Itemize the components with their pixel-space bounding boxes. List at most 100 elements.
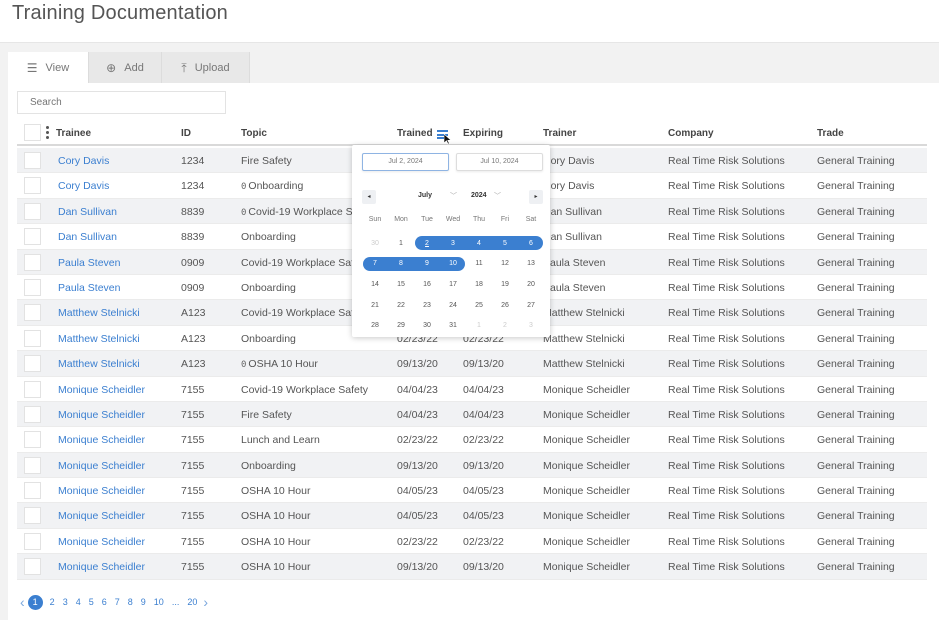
table-row[interactable]: Monique Scheidler 7155 OSHA 10 Hour 04/05/2… xyxy=(17,503,927,529)
trainee-link[interactable]: Monique Scheidler xyxy=(58,536,178,548)
calendar-day[interactable]: 30 xyxy=(414,322,440,329)
trainee-link[interactable]: Paula Steven xyxy=(58,282,178,294)
trainee-link[interactable]: Cory Davis xyxy=(58,180,178,192)
tab-add[interactable]: ⊕ Add xyxy=(89,52,162,84)
table-row[interactable]: Monique Scheidler 7155 Covid-19 Workplace … xyxy=(17,377,927,402)
calendar-day[interactable]: 29 xyxy=(388,322,414,329)
calendar-day[interactable]: 9 xyxy=(414,260,440,267)
table-row[interactable]: Monique Scheidler 7155 OSHA 10 Hour 09/13/2… xyxy=(17,554,927,580)
column-header-company[interactable]: Company xyxy=(668,128,714,139)
row-checkbox[interactable] xyxy=(24,532,41,550)
calendar-day[interactable]: 12 xyxy=(492,260,518,267)
column-header-trained[interactable]: Trained xyxy=(397,128,433,139)
calendar-day[interactable]: 27 xyxy=(518,302,544,309)
calendar-day[interactable]: 5 xyxy=(492,240,518,247)
row-checkbox[interactable] xyxy=(24,304,41,322)
calendar-day[interactable]: 11 xyxy=(466,260,492,267)
column-header-topic[interactable]: Topic xyxy=(241,128,267,139)
row-checkbox[interactable] xyxy=(24,482,41,500)
calendar-day[interactable]: 6 xyxy=(518,240,544,247)
table-row[interactable]: Matthew Stelnicki A123 0 OSHA 10 Hour 09/13/… xyxy=(17,351,927,377)
calendar-day[interactable]: 1 xyxy=(388,240,414,247)
trainee-link[interactable]: Monique Scheidler xyxy=(58,460,178,472)
row-checkbox[interactable] xyxy=(24,355,41,373)
trainee-link[interactable]: Dan Sullivan xyxy=(58,206,178,218)
row-checkbox[interactable] xyxy=(24,202,41,220)
calendar-day[interactable]: 22 xyxy=(388,302,414,309)
calendar-day[interactable]: 18 xyxy=(466,281,492,288)
calendar-day[interactable]: 8 xyxy=(388,260,414,267)
row-checkbox[interactable] xyxy=(24,253,41,271)
page-link[interactable]: 5 xyxy=(89,597,94,607)
paperclip-icon[interactable]: 0 xyxy=(241,360,246,370)
calendar-day[interactable]: 23 xyxy=(414,302,440,309)
paperclip-icon[interactable]: 0 xyxy=(241,182,246,192)
column-header-trainee[interactable]: Trainee xyxy=(56,128,91,139)
year-select[interactable]: 2024 xyxy=(471,192,487,199)
page-link[interactable]: 4 xyxy=(76,597,81,607)
calendar-day[interactable]: 3 xyxy=(440,240,466,247)
calendar-day[interactable]: 20 xyxy=(518,281,544,288)
trainee-link[interactable]: Matthew Stelnicki xyxy=(58,333,178,345)
search-input[interactable] xyxy=(17,91,226,114)
table-row[interactable]: Monique Scheidler 7155 Lunch and Learn 02/2… xyxy=(17,427,927,453)
trainee-link[interactable]: Monique Scheidler xyxy=(58,384,178,396)
page-link[interactable]: 1 xyxy=(27,594,43,610)
calendar-day[interactable]: 25 xyxy=(466,302,492,309)
month-select[interactable]: July xyxy=(418,192,432,199)
column-header-expiring[interactable]: Expiring xyxy=(463,128,503,139)
select-all-checkbox[interactable] xyxy=(24,124,41,141)
page-link[interactable]: 20 xyxy=(187,597,197,607)
row-checkbox[interactable] xyxy=(24,507,41,525)
tab-view[interactable]: ☰ View xyxy=(8,52,89,84)
row-checkbox[interactable] xyxy=(24,278,41,296)
trainee-link[interactable]: Monique Scheidler xyxy=(58,434,178,446)
calendar-day[interactable]: 7 xyxy=(362,260,388,267)
calendar-day[interactable]: 24 xyxy=(440,302,466,309)
trainee-link[interactable]: Matthew Stelnicki xyxy=(58,358,178,370)
paperclip-icon[interactable]: 0 xyxy=(241,208,246,218)
row-checkbox[interactable] xyxy=(24,228,41,246)
row-checkbox[interactable] xyxy=(24,558,41,576)
page-link[interactable]: 2 xyxy=(50,597,55,607)
row-checkbox[interactable] xyxy=(24,329,41,347)
start-date-input[interactable]: Jul 2, 2024 xyxy=(362,153,449,171)
table-row[interactable]: Monique Scheidler 7155 Fire Safety 04/04/23… xyxy=(17,401,927,428)
column-header-trade[interactable]: Trade xyxy=(817,128,844,139)
prev-page-icon[interactable]: ‹ xyxy=(20,594,25,610)
trainee-link[interactable]: Dan Sullivan xyxy=(58,231,178,243)
table-row[interactable]: Monique Scheidler 7155 OSHA 10 Hour 04/05/2… xyxy=(17,478,927,504)
trainee-link[interactable]: Monique Scheidler xyxy=(58,409,178,421)
row-checkbox[interactable] xyxy=(24,431,41,449)
calendar-day[interactable]: 19 xyxy=(492,281,518,288)
row-checkbox[interactable] xyxy=(24,380,41,398)
next-month-button[interactable]: ▸ xyxy=(529,190,543,204)
tab-upload[interactable]: ⤒ Upload xyxy=(162,52,250,84)
calendar-day[interactable]: 10 xyxy=(440,260,466,267)
trainee-link[interactable]: Monique Scheidler xyxy=(58,510,178,522)
row-checkbox[interactable] xyxy=(24,177,41,195)
page-link[interactable]: 10 xyxy=(154,597,164,607)
page-link[interactable]: 7 xyxy=(115,597,120,607)
trainee-link[interactable]: Matthew Stelnicki xyxy=(58,307,178,319)
page-link[interactable]: 6 xyxy=(102,597,107,607)
next-page-icon[interactable]: › xyxy=(203,594,208,610)
calendar-day[interactable]: 14 xyxy=(362,281,388,288)
page-link[interactable]: 3 xyxy=(63,597,68,607)
row-checkbox[interactable] xyxy=(24,152,41,169)
row-checkbox[interactable] xyxy=(24,405,41,423)
row-checkbox[interactable] xyxy=(24,456,41,474)
calendar-day[interactable]: 31 xyxy=(440,322,466,329)
trainee-link[interactable]: Cory Davis xyxy=(58,155,178,167)
trainee-link[interactable]: Monique Scheidler xyxy=(58,561,178,573)
calendar-day[interactable]: 21 xyxy=(362,302,388,309)
calendar-day[interactable]: 2 xyxy=(414,240,440,247)
trainee-link[interactable]: Paula Steven xyxy=(58,257,178,269)
calendar-day[interactable]: 26 xyxy=(492,302,518,309)
column-header-id[interactable]: ID xyxy=(181,128,191,139)
prev-month-button[interactable]: ◂ xyxy=(362,190,376,204)
calendar-day[interactable]: 16 xyxy=(414,281,440,288)
end-date-input[interactable]: Jul 10, 2024 xyxy=(456,153,543,171)
table-row[interactable]: Monique Scheidler 7155 Onboarding 09/13/20 0… xyxy=(17,452,927,479)
column-menu-icon[interactable] xyxy=(46,126,50,140)
